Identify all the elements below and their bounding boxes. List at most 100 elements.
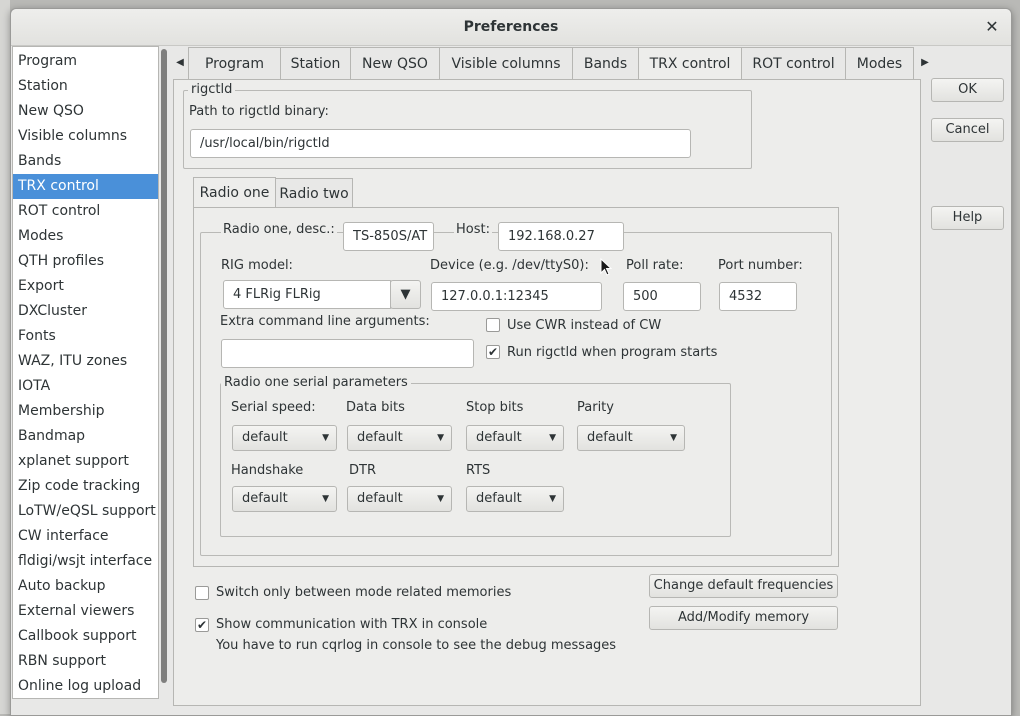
ok-button[interactable]: OK [931, 78, 1004, 102]
extra-args-input[interactable] [221, 339, 474, 368]
tab-radio-one[interactable]: Radio one [193, 177, 276, 208]
host-input[interactable] [498, 222, 624, 251]
checkmark-icon: ✔ [487, 345, 499, 359]
rig-model-label: RIG model: [221, 258, 293, 273]
serial-speed-value: default [242, 430, 288, 445]
sidebar-item-modes[interactable]: Modes [13, 224, 158, 249]
chevron-down-icon: ▼ [437, 494, 444, 504]
use-cwr-label: Use CWR instead of CW [507, 318, 662, 333]
sidebar-list: Program Station New QSO Visible columns … [12, 46, 159, 699]
close-icon[interactable]: ✕ [981, 16, 1003, 38]
sidebar-item-bandmap[interactable]: Bandmap [13, 424, 158, 449]
chevron-down-icon: ▼ [322, 433, 329, 443]
sidebar-item-lotw-eqsl[interactable]: LoTW/eQSL support [13, 499, 158, 524]
serial-speed-label: Serial speed: [231, 400, 316, 415]
rigctld-group-label: rigctld [188, 82, 236, 97]
change-default-frequencies-button[interactable]: Change default frequencies [649, 574, 838, 598]
sidebar-item-callbook[interactable]: Callbook support [13, 624, 158, 649]
preferences-window: Preferences ✕ Program Station New QSO Vi… [10, 8, 1012, 716]
sidebar-item-fldigi-wsjt[interactable]: fldigi/wsjt interface [13, 549, 158, 574]
tab-rot-control[interactable]: ROT control [741, 47, 846, 79]
cancel-button[interactable]: Cancel [931, 118, 1004, 142]
chevron-down-icon[interactable]: ▼ [390, 280, 421, 309]
arrow-left-icon[interactable]: ◀ [173, 47, 187, 79]
sidebar-item-station[interactable]: Station [13, 74, 158, 99]
port-number-label: Port number: [718, 258, 803, 273]
chevron-down-icon: ▼ [437, 433, 444, 443]
chevron-down-icon: ▼ [322, 494, 329, 504]
sidebar-item-zip-code[interactable]: Zip code tracking [13, 474, 158, 499]
switch-memories-checkbox[interactable] [195, 586, 209, 600]
sidebar-item-bands[interactable]: Bands [13, 149, 158, 174]
data-bits-label: Data bits [346, 400, 405, 415]
sidebar-scrollbar[interactable] [161, 49, 167, 683]
radio-desc-input[interactable] [343, 222, 434, 251]
tab-new-qso[interactable]: New QSO [350, 47, 440, 79]
sidebar-item-export[interactable]: Export [13, 274, 158, 299]
show-comm-checkbox[interactable]: ✔ [195, 618, 209, 632]
debug-note: You have to run cqrlog in console to see… [216, 638, 617, 653]
sidebar-item-fonts[interactable]: Fonts [13, 324, 158, 349]
rts-value: default [476, 491, 522, 506]
sidebar-item-membership[interactable]: Membership [13, 399, 158, 424]
dtr-select[interactable]: default ▼ [347, 486, 452, 512]
handshake-select[interactable]: default ▼ [232, 486, 337, 512]
rig-model-select[interactable]: 4 FLRig FLRig [223, 280, 393, 309]
extra-args-label: Extra command line arguments: [220, 314, 430, 329]
help-button[interactable]: Help [931, 206, 1004, 230]
parity-select[interactable]: default ▼ [577, 425, 685, 451]
rigctld-group: rigctld Path to rigctld binary: [183, 82, 752, 169]
rts-select[interactable]: default ▼ [466, 486, 564, 512]
sidebar-item-iota[interactable]: IOTA [13, 374, 158, 399]
sidebar-item-new-qso[interactable]: New QSO [13, 99, 158, 124]
mouse-pointer-icon [600, 258, 612, 276]
sidebar-item-waz-itu[interactable]: WAZ, ITU zones [13, 349, 158, 374]
tab-station[interactable]: Station [280, 47, 351, 79]
poll-rate-input[interactable] [623, 282, 701, 311]
sidebar-item-cw-interface[interactable]: CW interface [13, 524, 158, 549]
rigctld-path-input[interactable] [190, 129, 691, 158]
handshake-label: Handshake [231, 463, 304, 478]
window-title: Preferences [463, 19, 559, 35]
title-bar: Preferences ✕ [11, 9, 1011, 46]
data-bits-value: default [357, 430, 403, 445]
data-bits-select[interactable]: default ▼ [347, 425, 452, 451]
arrow-right-icon[interactable]: ▶ [918, 47, 932, 79]
tab-program[interactable]: Program [188, 47, 281, 79]
chevron-down-icon: ▼ [670, 433, 677, 443]
host-label: Host: [454, 222, 492, 237]
rts-label: RTS [466, 463, 491, 478]
trx-control-panel: rigctld Path to rigctld binary: Radio on… [173, 79, 921, 706]
chevron-down-icon: ▼ [549, 433, 556, 443]
tab-bar: ◀ Program Station New QSO Visible column… [173, 47, 929, 80]
sidebar-item-qth-profiles[interactable]: QTH profiles [13, 249, 158, 274]
use-cwr-checkbox[interactable] [486, 318, 500, 332]
tab-trx-control[interactable]: TRX control [638, 47, 742, 80]
sidebar-item-rbn[interactable]: RBN support [13, 649, 158, 674]
sidebar-item-program[interactable]: Program [13, 49, 158, 74]
radio-desc-label: Radio one, desc.: [221, 222, 337, 237]
sidebar-item-auto-backup[interactable]: Auto backup [13, 574, 158, 599]
rigctld-path-label: Path to rigctld binary: [189, 104, 329, 119]
sidebar-item-external-viewers[interactable]: External viewers [13, 599, 158, 624]
run-rigctld-checkbox[interactable]: ✔ [486, 345, 500, 359]
sidebar-item-dxcluster[interactable]: DXCluster [13, 299, 158, 324]
port-number-input[interactable] [719, 282, 797, 311]
sidebar-item-rot-control[interactable]: ROT control [13, 199, 158, 224]
serial-params-group: Radio one serial parameters Serial speed… [220, 375, 731, 537]
tab-bands[interactable]: Bands [572, 47, 639, 79]
sidebar-item-online-log-upload[interactable]: Online log upload [13, 674, 158, 698]
serial-speed-select[interactable]: default ▼ [232, 425, 337, 451]
stop-bits-select[interactable]: default ▼ [466, 425, 564, 451]
sidebar-item-visible-columns[interactable]: Visible columns [13, 124, 158, 149]
tab-visible-columns[interactable]: Visible columns [439, 47, 573, 79]
rig-model-value: 4 FLRig FLRig [233, 287, 321, 302]
device-input[interactable] [431, 282, 602, 311]
tab-radio-two[interactable]: Radio two [275, 178, 353, 208]
run-rigctld-label: Run rigctld when program starts [507, 345, 718, 360]
add-modify-memory-button[interactable]: Add/Modify memory [649, 606, 838, 630]
sidebar-item-xplanet[interactable]: xplanet support [13, 449, 158, 474]
tab-modes[interactable]: Modes [845, 47, 914, 79]
sidebar-item-trx-control[interactable]: TRX control [13, 174, 158, 199]
dtr-value: default [357, 491, 403, 506]
